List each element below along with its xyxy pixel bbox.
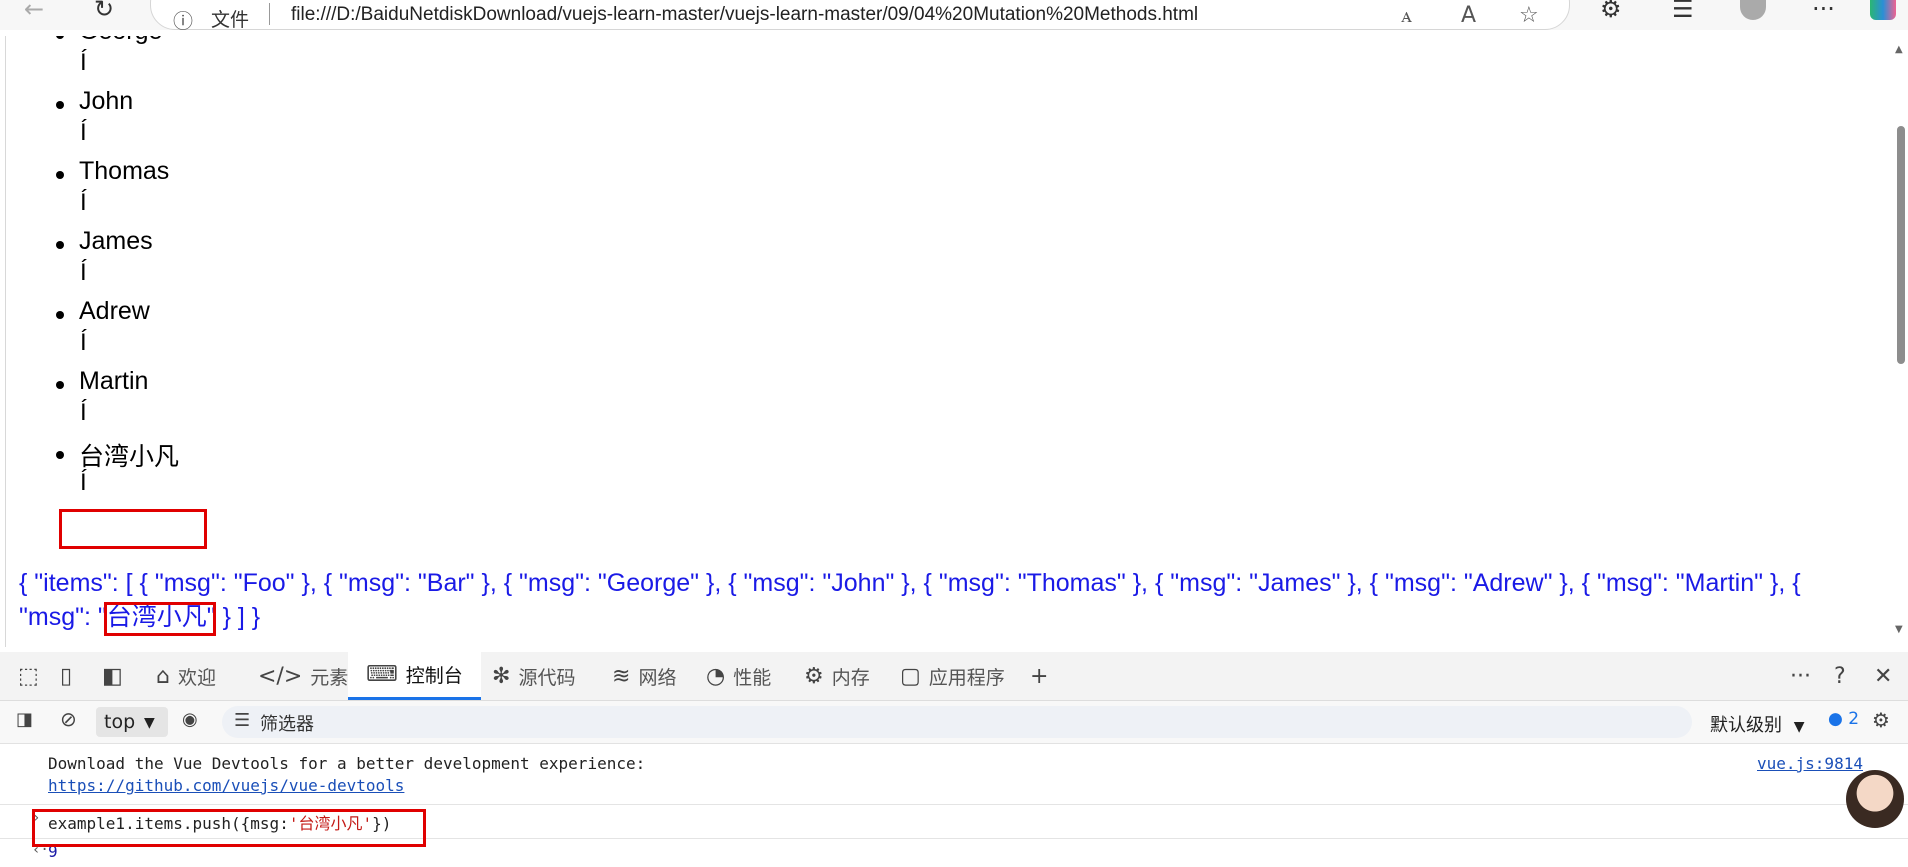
- item-sub: Í: [80, 49, 87, 76]
- message-icon: ●: [1828, 709, 1843, 729]
- address-divider: [269, 3, 270, 25]
- console-toolbar: ◨ ⊘ top ▼ ◉ ☰ 筛选器 默认级别 ▼ ● 2 ⚙: [0, 701, 1908, 744]
- chevron-down-icon: ▼: [144, 715, 155, 731]
- item-name: 台湾小凡: [79, 443, 180, 471]
- assistant-avatar[interactable]: [1846, 770, 1904, 828]
- inspect-icon[interactable]: ⬚: [18, 664, 39, 689]
- dock-side-icon[interactable]: ◧: [102, 664, 123, 689]
- tab-welcome[interactable]: ⌂ 欢迎: [156, 652, 216, 700]
- vue-devtools-link[interactable]: https://github.com/vuejs/vue-devtools: [48, 776, 404, 795]
- bullet: [56, 451, 64, 459]
- tab-application[interactable]: ▢ 应用程序: [900, 652, 1005, 700]
- filter-icon: ☰: [234, 710, 251, 731]
- refresh-icon[interactable]: ↻: [94, 0, 114, 21]
- code-icon: </>: [258, 663, 303, 689]
- console-settings-icon[interactable]: ⚙: [1872, 708, 1890, 732]
- gauge-icon: ◔: [706, 663, 726, 689]
- scrollbar-thumb[interactable]: [1897, 126, 1905, 364]
- item-sub: Í: [80, 189, 87, 216]
- bullet: [56, 101, 64, 109]
- back-icon[interactable]: ←: [24, 0, 44, 21]
- tab-elements[interactable]: </> 元素: [258, 652, 348, 700]
- scroll-up-icon[interactable]: ▲: [1895, 44, 1903, 55]
- add-tab-icon[interactable]: +: [1030, 664, 1048, 689]
- console-message: Download the Vue Devtools for a better d…: [48, 754, 646, 773]
- filter-placeholder: 筛选器: [260, 714, 314, 735]
- favorite-star-icon[interactable]: ☆: [1519, 3, 1539, 28]
- text-size-icon[interactable]: A: [1461, 3, 1476, 28]
- item-sub: Í: [80, 329, 87, 356]
- read-aloud-icon[interactable]: ꭺ: [1401, 3, 1412, 28]
- page-viewport: George Í John Í Thomas Í James Í Adrew Í…: [5, 36, 1892, 647]
- item-name: James: [79, 227, 153, 255]
- item-sub: Í: [80, 259, 87, 286]
- tab-console[interactable]: ⌨ 控制台: [348, 652, 481, 700]
- tab-sources[interactable]: ✻ 源代码: [492, 652, 575, 700]
- console-divider: [0, 804, 1908, 805]
- bullet: [56, 311, 64, 319]
- copilot-icon[interactable]: [1870, 0, 1896, 20]
- help-icon[interactable]: ?: [1834, 664, 1846, 689]
- item-name: Adrew: [79, 297, 150, 325]
- filter-input[interactable]: ☰ 筛选器: [222, 706, 1692, 738]
- chevron-down-icon: ▼: [1793, 719, 1805, 735]
- json-output: { "items": [ { "msg": "Foo" }, { "msg": …: [19, 566, 1879, 634]
- json-line-1: { "items": [ { "msg": "Foo" }, { "msg": …: [19, 569, 1801, 597]
- item-sub: Í: [80, 119, 87, 146]
- item-name: Thomas: [79, 157, 170, 185]
- tab-network[interactable]: ≋ 网络: [612, 652, 676, 700]
- memory-icon: ⚙: [804, 663, 824, 689]
- live-expression-eye-icon[interactable]: ◉: [182, 709, 198, 730]
- bullet: [56, 36, 64, 39]
- item-sub: Í: [80, 399, 87, 426]
- context-selector[interactable]: top ▼: [96, 707, 168, 737]
- profile-avatar[interactable]: [1740, 0, 1766, 20]
- bullet: [56, 171, 64, 179]
- bug-icon: ✻: [492, 663, 511, 689]
- browser-toolbar: ← ↻ ⓘ 文件 file:///D:/BaiduNetdiskDownload…: [0, 0, 1908, 30]
- url-text[interactable]: file:///D:/BaiduNetdiskDownload/vuejs-le…: [291, 4, 1198, 26]
- extensions-icon[interactable]: ⚙: [1600, 0, 1622, 21]
- bullet: [56, 381, 64, 389]
- more-menu-icon[interactable]: ···: [1812, 0, 1835, 21]
- sidebar-toggle-icon[interactable]: ◨: [16, 709, 33, 730]
- address-bar[interactable]: ⓘ 文件 file:///D:/BaiduNetdiskDownload/vue…: [150, 0, 1570, 30]
- json-line-2: "msg": "台湾小凡" } ] }: [19, 603, 261, 631]
- devtools-tabbar: ⬚ ▯ ◧ ⌂ 欢迎 </> 元素 ⌨ 控制台 ✻ 源代码 ≋ 网络 ◔ 性能 ⚙ 内存 ▢ 应…: [0, 652, 1908, 701]
- item-name: George: [79, 36, 162, 46]
- info-icon[interactable]: ⓘ: [173, 5, 193, 30]
- highlight-box-json-msg: [104, 602, 216, 636]
- item-name: John: [79, 87, 134, 115]
- tab-memory[interactable]: ⚙ 内存: [804, 652, 870, 700]
- highlight-box-new-item: [59, 509, 207, 549]
- wifi-icon: ≋: [612, 663, 631, 689]
- source-link[interactable]: vue.js:9814: [1757, 754, 1863, 773]
- tab-performance[interactable]: ◔ 性能: [706, 652, 771, 700]
- more-tools-icon[interactable]: ···: [1790, 664, 1811, 689]
- bullet: [56, 241, 64, 249]
- scroll-down-icon[interactable]: ▼: [1895, 624, 1903, 635]
- issues-counter[interactable]: ● 2: [1828, 709, 1859, 729]
- file-label: 文件: [211, 9, 250, 30]
- log-level-dropdown[interactable]: 默认级别 ▼: [1710, 711, 1805, 737]
- app-icon: ▢: [900, 663, 921, 689]
- favorites-list-icon[interactable]: ☰: [1672, 0, 1694, 21]
- item-name: Martin: [79, 367, 149, 395]
- home-icon: ⌂: [156, 663, 170, 689]
- highlight-box-command: [32, 809, 426, 847]
- clear-console-icon[interactable]: ⊘: [60, 707, 77, 731]
- close-devtools-icon[interactable]: ✕: [1874, 664, 1892, 689]
- item-sub: Í: [80, 469, 87, 496]
- page-scrollbar[interactable]: ▲ ▼: [1891, 36, 1908, 647]
- device-emulation-icon[interactable]: ▯: [60, 664, 72, 689]
- console-output: Download the Vue Devtools for a better d…: [0, 744, 1908, 867]
- console-icon: ⌨: [366, 662, 398, 687]
